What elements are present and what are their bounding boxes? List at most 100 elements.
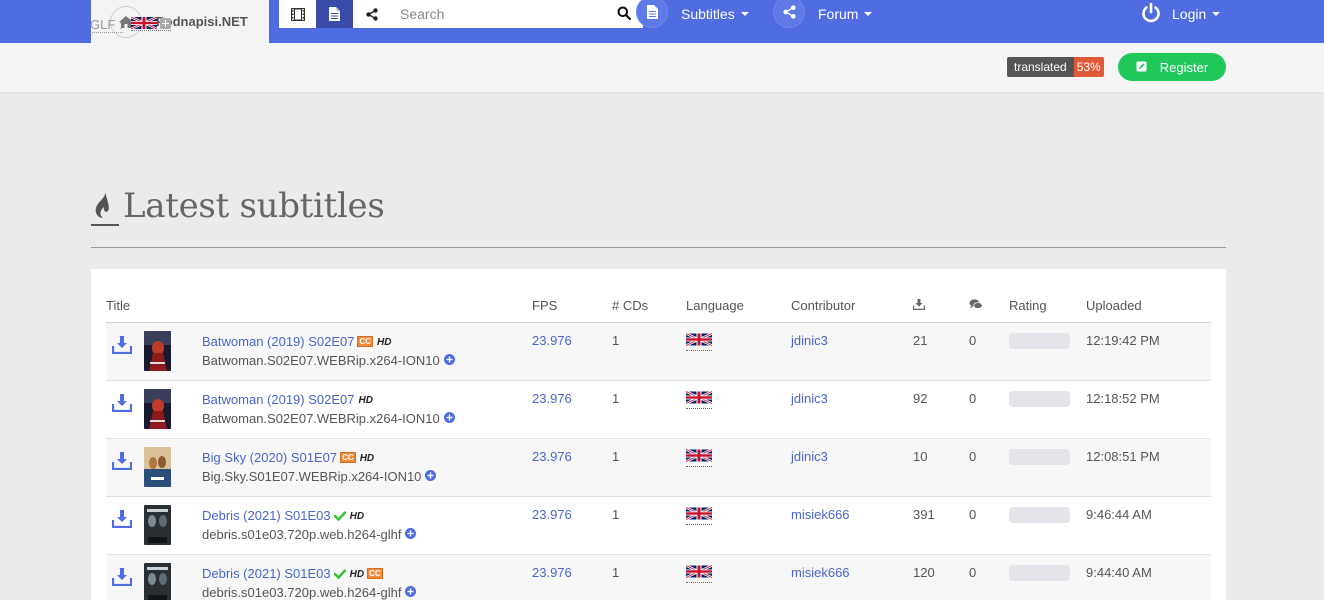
download-icon[interactable] [111, 451, 133, 473]
subtitle-title-link[interactable]: Batwoman (2019) S02E07 [202, 334, 354, 349]
downloads-count: 21 [913, 332, 928, 348]
language-flag[interactable] [685, 447, 713, 467]
cds-cell: 1 [612, 506, 620, 522]
comments-count: 0 [969, 332, 977, 348]
rating-bar[interactable] [1009, 564, 1070, 581]
col-contributor[interactable]: Contributor [791, 294, 913, 323]
download-cell [106, 380, 144, 438]
contributor-link[interactable]: jdinic3 [791, 449, 828, 464]
poster-image[interactable] [144, 562, 171, 600]
contributor-cell: jdinic3 [791, 438, 913, 496]
poster-image[interactable] [144, 330, 171, 374]
fps-link[interactable]: 23.976 [532, 565, 572, 580]
uk-flag-icon [685, 331, 713, 347]
col-uploaded[interactable]: Uploaded [1086, 294, 1211, 323]
search-movies-toggle[interactable] [279, 0, 316, 28]
rating-bar[interactable] [1009, 332, 1070, 349]
fps-cell: 23.976 [532, 438, 612, 496]
glf-language-selector[interactable] [131, 17, 171, 31]
contributor-link[interactable]: misiek666 [791, 507, 850, 522]
cc-badge: CC [357, 335, 374, 347]
plus-circle-icon[interactable] [425, 468, 437, 486]
col-comments[interactable] [969, 294, 1009, 323]
fps-link[interactable]: 23.976 [532, 507, 572, 522]
search-icon[interactable] [617, 6, 632, 25]
search-input[interactable] [400, 6, 600, 22]
language-flag[interactable] [685, 505, 713, 525]
nav-forum-menu[interactable]: Forum [773, 0, 873, 28]
glf-label[interactable]: GLF : [90, 17, 123, 33]
cc-badge: CC [367, 567, 383, 579]
title-underline [91, 224, 119, 226]
subtitle-title-link[interactable]: Debris (2021) S01E03 [202, 566, 331, 581]
translated-badge[interactable]: translated 53% [1007, 57, 1104, 77]
release-name: debris.s01e03.720p.web.h264-glhf [202, 584, 402, 600]
col-rating[interactable]: Rating [1009, 294, 1086, 323]
search-subtitles-toggle[interactable] [316, 0, 353, 28]
poster-cell [144, 322, 202, 380]
col-language[interactable]: Language [686, 294, 791, 323]
contributor-link[interactable]: jdinic3 [791, 333, 828, 348]
document-icon [329, 7, 340, 21]
share-icon [773, 0, 805, 28]
film-icon [290, 7, 305, 21]
rating-bar[interactable] [1009, 506, 1070, 523]
col-downloads[interactable] [912, 294, 969, 323]
uploaded-time: 12:19:42 PM [1086, 332, 1160, 348]
plus-icon [160, 17, 171, 29]
fps-link[interactable]: 23.976 [532, 449, 572, 464]
col-title[interactable]: Title [106, 294, 202, 323]
plus-circle-icon[interactable] [443, 410, 455, 428]
download-icon[interactable] [111, 335, 133, 357]
rating-bar[interactable] [1009, 448, 1070, 465]
caret-down-icon [740, 12, 749, 16]
plus-circle-icon[interactable] [443, 352, 455, 370]
subtitle-title-link[interactable]: Debris (2021) S01E03 [202, 508, 331, 523]
release-name: debris.s01e03.720p.web.h264-glhf [202, 526, 402, 542]
cds-cell: 1 [612, 390, 620, 406]
language-cell [685, 438, 791, 496]
uploaded-time: 12:18:52 PM [1086, 390, 1160, 406]
language-flag[interactable] [685, 331, 713, 351]
title-cell: Debris (2021) S01E03 HD debris.s01e03.720p… [202, 496, 532, 554]
contributor-link[interactable]: misiek666 [791, 565, 850, 580]
download-icon[interactable] [111, 567, 133, 589]
poster-image[interactable] [144, 388, 171, 432]
subtitle-title-link[interactable]: Big Sky (2020) S01E07 [202, 450, 337, 465]
download-cell [106, 438, 144, 496]
search-box [390, 0, 643, 28]
fps-link[interactable]: 23.976 [532, 391, 572, 406]
plus-circle-icon[interactable] [405, 526, 417, 544]
subtitle-title-link[interactable]: Batwoman (2019) S02E07 [202, 392, 354, 407]
col-fps[interactable]: FPS [532, 294, 612, 323]
page-title: Latest subtitles [91, 186, 385, 226]
download-cell [106, 554, 144, 600]
comments-count: 0 [969, 390, 977, 406]
poster-image[interactable] [144, 504, 171, 548]
fps-link[interactable]: 23.976 [532, 333, 572, 348]
uk-flag-icon [685, 563, 713, 579]
poster-image[interactable] [144, 446, 171, 490]
uk-flag-icon [131, 17, 157, 29]
language-flag[interactable] [685, 563, 713, 583]
verified-check-icon [333, 566, 346, 584]
nav-login-label: Login [1172, 6, 1207, 22]
nav-login-menu[interactable]: Login [1140, 0, 1221, 28]
register-button[interactable]: Register [1118, 53, 1226, 81]
rating-bar[interactable] [1009, 390, 1070, 407]
translated-percent: 53% [1073, 57, 1104, 77]
share-icon [365, 7, 378, 21]
download-icon[interactable] [111, 509, 133, 531]
plus-circle-icon[interactable] [405, 584, 417, 600]
nav-subtitles-menu[interactable]: Subtitles [636, 0, 749, 28]
downloads-count: 120 [913, 564, 935, 580]
col-cds[interactable]: # CDs [612, 294, 686, 323]
language-cell [685, 322, 791, 380]
col-title-spacer [202, 294, 532, 323]
search-share-toggle[interactable] [353, 0, 390, 28]
poster-cell [144, 438, 202, 496]
page-title-text: Latest subtitles [123, 186, 385, 226]
language-flag[interactable] [685, 389, 713, 409]
contributor-link[interactable]: jdinic3 [791, 391, 828, 406]
download-icon[interactable] [111, 393, 133, 415]
